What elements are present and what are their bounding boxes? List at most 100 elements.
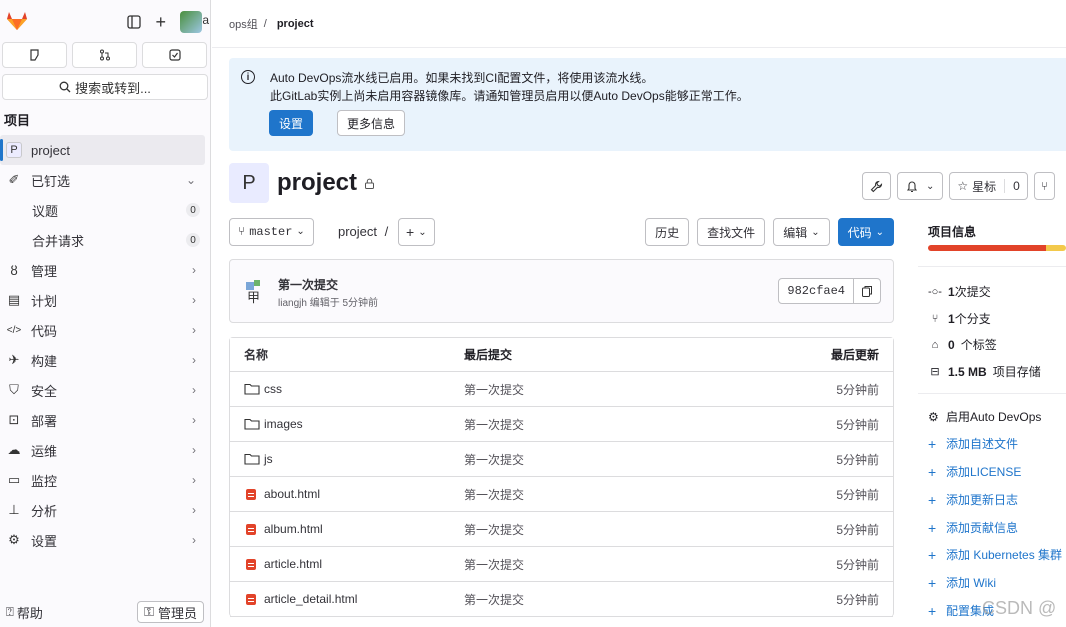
add-license-link[interactable]: + 添加LICENSE xyxy=(928,463,1021,480)
table-row[interactable]: album.html 第一次提交 5分钟前 xyxy=(230,512,893,547)
file-commit-message[interactable]: 第一次提交 xyxy=(464,591,524,608)
table-row[interactable]: article.html 第一次提交 5分钟前 xyxy=(230,547,893,582)
pin-icon: ✐ xyxy=(8,172,20,187)
breadcrumb-project-link[interactable]: project xyxy=(277,18,314,30)
add-contributing-link[interactable]: + 添加贡献信息 xyxy=(928,519,1018,536)
commit-author-avatar[interactable]: 甲 xyxy=(244,278,266,304)
commit-sha[interactable]: 982cfae4 xyxy=(779,279,854,303)
admin-wrench-button[interactable] xyxy=(862,172,891,200)
sidebar-item-security[interactable]: ⛉ 安全 › xyxy=(0,375,210,405)
file-commit-message[interactable]: 第一次提交 xyxy=(464,486,524,503)
calendar-icon: ▤ xyxy=(7,292,21,307)
file-name-cell[interactable]: css xyxy=(244,382,282,396)
create-new-icon[interactable]: + xyxy=(155,13,166,31)
file-updated-time: 5分钟前 xyxy=(836,522,879,537)
stat-commits[interactable]: -○- 1 次提交 xyxy=(928,283,991,300)
star-label: 星标 xyxy=(972,179,997,194)
sidebar-item-label: 分析 xyxy=(31,503,58,519)
help-button[interactable]: ⍰ 帮助 xyxy=(6,603,43,622)
file-name[interactable]: article_detail.html xyxy=(264,592,357,606)
file-name-cell[interactable]: article_detail.html xyxy=(244,592,357,606)
copy-sha-button[interactable] xyxy=(854,285,880,298)
file-name-cell[interactable]: album.html xyxy=(244,522,323,536)
language-bar-other xyxy=(1046,245,1066,251)
alert-settings-button[interactable]: 设置 xyxy=(269,110,314,136)
gitlab-logo-icon[interactable] xyxy=(6,10,28,32)
file-name[interactable]: images xyxy=(264,417,303,431)
file-commit-message[interactable]: 第一次提交 xyxy=(464,451,524,468)
sidebar-item-manage[interactable]: ȣ 管理 › xyxy=(0,255,210,285)
divider xyxy=(918,266,1066,267)
merge-requests-shortcut-button[interactable] xyxy=(72,42,137,68)
sidebar-item-pinned[interactable]: ✐ 已钉选 ⌄ xyxy=(0,165,210,195)
sidebar-footer: ⍰ 帮助 ⚿ 管理员 xyxy=(0,597,210,627)
find-file-button[interactable]: 查找文件 xyxy=(697,218,766,246)
sidebar-item-code[interactable]: </> 代码 › xyxy=(0,315,210,345)
count-badge: 0 xyxy=(186,203,200,217)
alert-more-info-button[interactable]: 更多信息 xyxy=(337,110,406,136)
commit-title[interactable]: 第一次提交 xyxy=(278,276,338,293)
edit-dropdown[interactable]: 编辑 ⌄ xyxy=(773,218,830,246)
file-name-cell[interactable]: article.html xyxy=(244,557,322,571)
sidebar-item-settings[interactable]: ⚙ 设置 › xyxy=(0,525,210,555)
sidebar-item-project[interactable]: P project xyxy=(0,135,205,165)
sidebar-item-deploy[interactable]: ⊡ 部署 › xyxy=(0,405,210,435)
branch-selector[interactable]: ⑂ master ⌄ xyxy=(229,218,314,246)
file-commit-message[interactable]: 第一次提交 xyxy=(464,556,524,573)
repo-path-link[interactable]: project xyxy=(338,224,377,239)
add-changelog-link[interactable]: + 添加更新日志 xyxy=(928,491,1018,508)
plus-icon: + xyxy=(406,224,415,240)
sidebar-item-operate[interactable]: ☁ 运维 › xyxy=(0,435,210,465)
project-title: project xyxy=(277,169,358,196)
todo-shortcut-button[interactable] xyxy=(142,42,207,68)
plus-icon: + xyxy=(928,463,937,480)
file-commit-message[interactable]: 第一次提交 xyxy=(464,381,524,398)
file-name[interactable]: article.html xyxy=(264,557,322,571)
notification-dropdown[interactable]: ⌄ xyxy=(897,172,944,200)
user-avatar[interactable] xyxy=(180,11,209,33)
file-name-cell[interactable]: images xyxy=(244,417,303,431)
table-row[interactable]: js 第一次提交 5分钟前 xyxy=(230,442,893,477)
search-or-goto-button[interactable]: 搜索或转到... xyxy=(2,74,208,100)
add-to-tree-dropdown[interactable]: + ⌄ xyxy=(398,218,435,246)
file-name-cell[interactable]: js xyxy=(244,452,273,466)
stat-tags[interactable]: ⌂ 0 个标签 xyxy=(928,336,997,353)
chevron-right-icon: › xyxy=(192,503,196,517)
stat-branches[interactable]: ⑂ 1 个分支 xyxy=(928,310,991,327)
sidebar-toggle-icon[interactable] xyxy=(127,15,142,29)
sidebar-item-label: 监控 xyxy=(31,473,58,489)
deploy-icon: ⊡ xyxy=(8,412,20,427)
add-readme-link[interactable]: + 添加自述文件 xyxy=(928,435,1018,452)
file-name[interactable]: css xyxy=(264,382,282,396)
admin-area-button[interactable]: ⚿ 管理员 xyxy=(137,601,204,623)
stat-storage[interactable]: ⊟ 1.5 MB 项目存储 xyxy=(928,363,1040,380)
enable-auto-devops-link[interactable]: ⚙ 启用Auto DevOps xyxy=(928,408,1041,425)
sidebar-item-analyze[interactable]: ⊥ 分析 › xyxy=(0,495,210,525)
table-row[interactable]: images 第一次提交 5分钟前 xyxy=(230,407,893,442)
sidebar-item-issues[interactable]: 议题 0 xyxy=(0,195,210,225)
sidebar-item-build[interactable]: ✈ 构建 › xyxy=(0,345,210,375)
file-name[interactable]: js xyxy=(264,452,273,466)
file-commit-message[interactable]: 第一次提交 xyxy=(464,521,524,538)
sidebar-item-monitor[interactable]: ▭ 监控 › xyxy=(0,465,210,495)
table-row[interactable]: article_detail.html 第一次提交 5分钟前 xyxy=(230,582,893,617)
star-button[interactable]: ☆ 星标 0 xyxy=(949,172,1028,200)
file-commit-message[interactable]: 第一次提交 xyxy=(464,416,524,433)
file-name[interactable]: about.html xyxy=(264,487,320,501)
star-count[interactable]: 0 xyxy=(1004,179,1020,193)
chevron-right-icon: › xyxy=(192,353,196,367)
sidebar-item-plan[interactable]: ▤ 计划 › xyxy=(0,285,210,315)
fork-button[interactable]: ⑂ xyxy=(1033,172,1056,200)
add-kubernetes-link[interactable]: + 添加 Kubernetes 集群 xyxy=(928,546,1062,563)
file-name-cell[interactable]: about.html xyxy=(244,487,320,501)
issues-shortcut-button[interactable] xyxy=(2,42,67,68)
table-row[interactable]: about.html 第一次提交 5分钟前 xyxy=(230,477,893,512)
file-name[interactable]: album.html xyxy=(264,522,323,536)
table-row[interactable]: css 第一次提交 5分钟前 xyxy=(230,372,893,407)
sidebar-item-merge-requests[interactable]: 合并请求 0 xyxy=(0,225,210,255)
code-dropdown[interactable]: 代码 ⌄ xyxy=(837,218,894,246)
history-button[interactable]: 历史 xyxy=(645,218,690,246)
breadcrumb-group-link[interactable]: ops组 xyxy=(229,16,258,32)
file-updated-time: 5分钟前 xyxy=(836,592,879,607)
add-wiki-link[interactable]: + 添加 Wiki xyxy=(928,574,996,591)
